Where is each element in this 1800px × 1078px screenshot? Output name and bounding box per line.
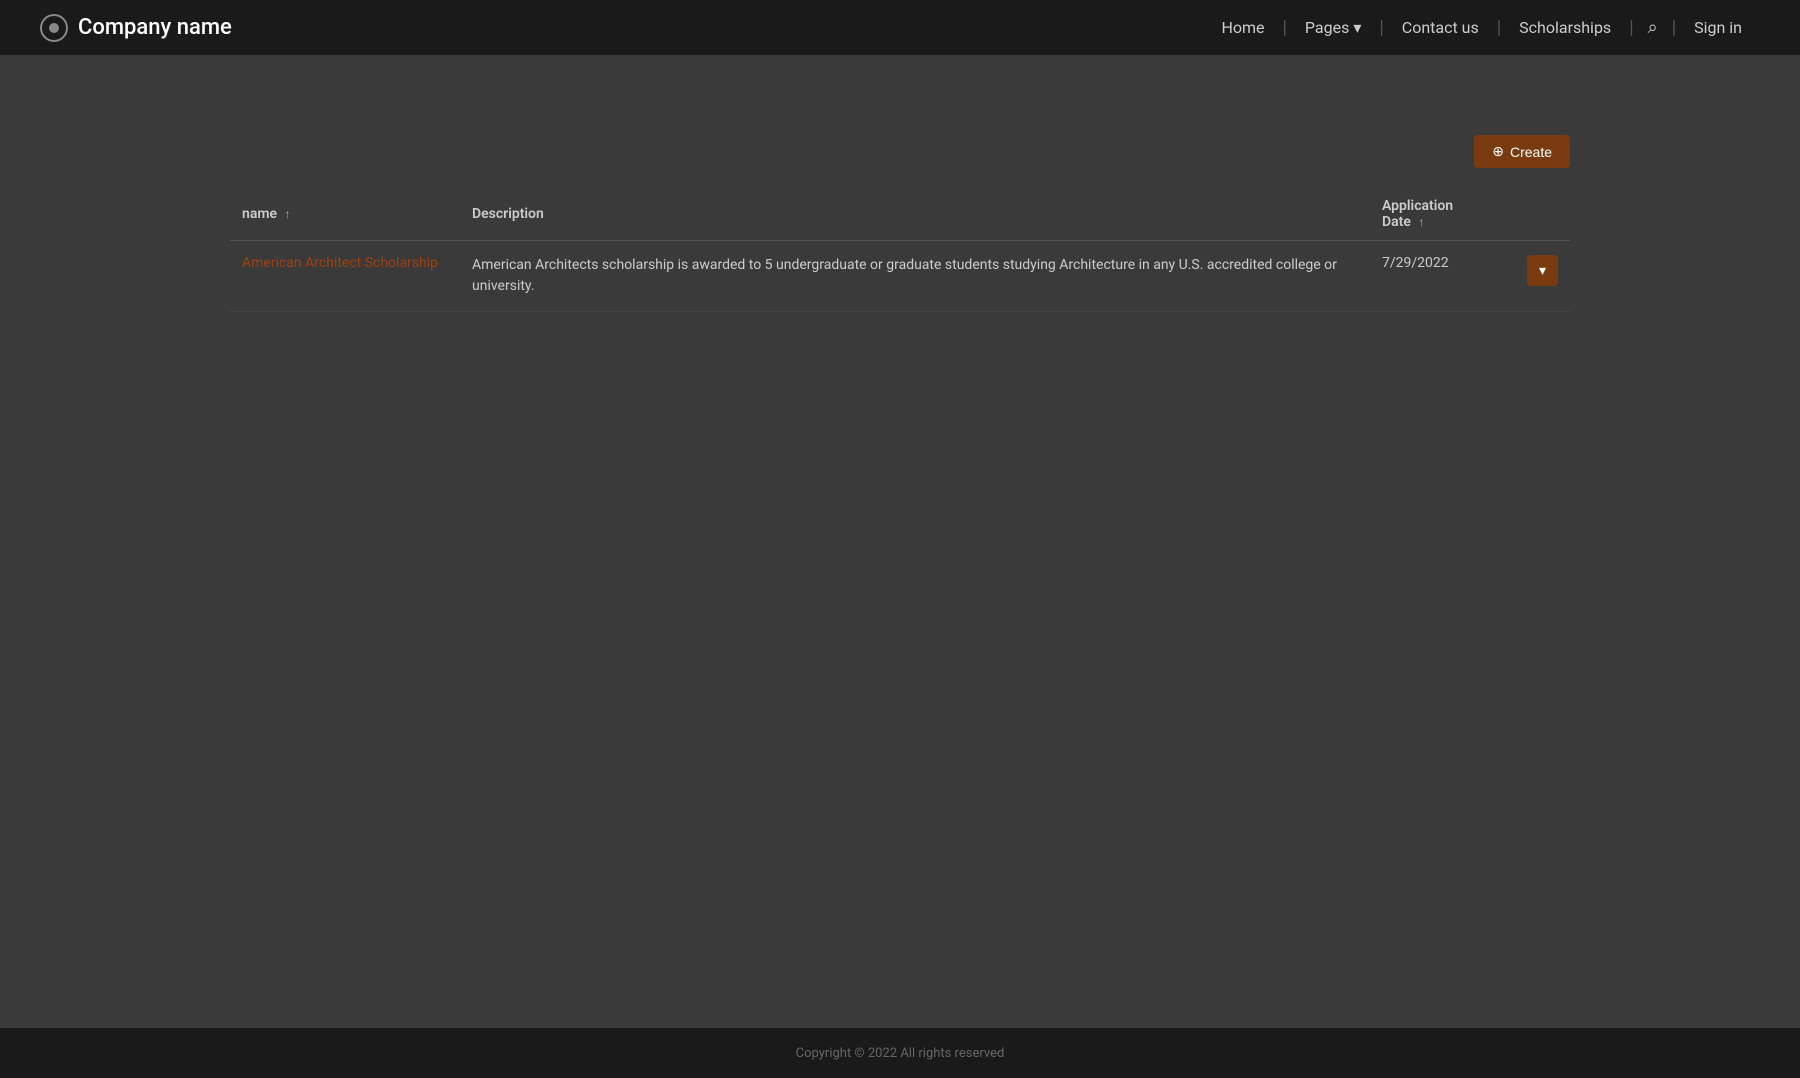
col-name[interactable]: name ↑ <box>230 188 460 241</box>
nav-links: Home | Pages ▾ | Contact us | Scholarshi… <box>1203 17 1760 38</box>
nav-scholarships[interactable]: Scholarships <box>1501 18 1629 37</box>
create-label: Create <box>1510 144 1552 160</box>
logo-inner <box>49 23 59 33</box>
create-button[interactable]: ⊕ Create <box>1474 135 1570 168</box>
table-header-row: name ↑ Description Application Date ↑ <box>230 188 1570 241</box>
scholarship-date-cell: 7/29/2022 <box>1370 241 1490 312</box>
table-row: American Architect Scholarship American … <box>230 241 1570 312</box>
scholarship-description-cell: American Architects scholarship is award… <box>460 241 1370 312</box>
col-actions <box>1490 188 1570 241</box>
search-icon[interactable]: ⌕ <box>1634 17 1672 38</box>
chevron-down-icon: ▾ <box>1539 262 1546 279</box>
nav-pages[interactable]: Pages ▾ <box>1287 18 1379 37</box>
pages-chevron-icon: ▾ <box>1353 18 1361 37</box>
logo-icon <box>40 14 68 42</box>
col-application-date[interactable]: Application Date ↑ <box>1370 188 1490 241</box>
scholarship-description: American Architects scholarship is award… <box>472 257 1337 294</box>
scholarship-name-link[interactable]: American Architect Scholarship <box>242 255 438 271</box>
brand-name: Company name <box>78 15 232 40</box>
nav-contact[interactable]: Contact us <box>1384 18 1497 37</box>
create-plus-icon: ⊕ <box>1492 143 1504 160</box>
brand: Company name <box>40 14 232 42</box>
nav-home[interactable]: Home <box>1203 18 1282 37</box>
scholarship-action-button[interactable]: ▾ <box>1527 255 1558 286</box>
scholarship-name-cell: American Architect Scholarship <box>230 241 460 312</box>
table-body: American Architect Scholarship American … <box>230 241 1570 312</box>
navbar: Company name Home | Pages ▾ | Contact us… <box>0 0 1800 55</box>
nav-pages-label: Pages <box>1305 18 1349 37</box>
scholarship-date: 7/29/2022 <box>1382 255 1449 271</box>
col-description-label: Description <box>472 206 544 222</box>
nav-signin[interactable]: Sign in <box>1676 18 1760 37</box>
scholarship-action-cell: ▾ <box>1490 241 1570 312</box>
footer-copyright: Copyright © 2022 All rights reserved <box>796 1046 1005 1061</box>
scholarships-table: name ↑ Description Application Date ↑ Am… <box>230 188 1570 312</box>
col-date-sort-icon: ↑ <box>1418 215 1424 229</box>
col-name-label: name <box>242 206 277 222</box>
toolbar: ⊕ Create <box>230 135 1570 168</box>
col-description[interactable]: Description <box>460 188 1370 241</box>
main-content: ⊕ Create name ↑ Description Application … <box>0 55 1800 1028</box>
footer: Copyright © 2022 All rights reserved <box>0 1028 1800 1078</box>
table-head: name ↑ Description Application Date ↑ <box>230 188 1570 241</box>
col-name-sort-icon: ↑ <box>285 207 291 221</box>
